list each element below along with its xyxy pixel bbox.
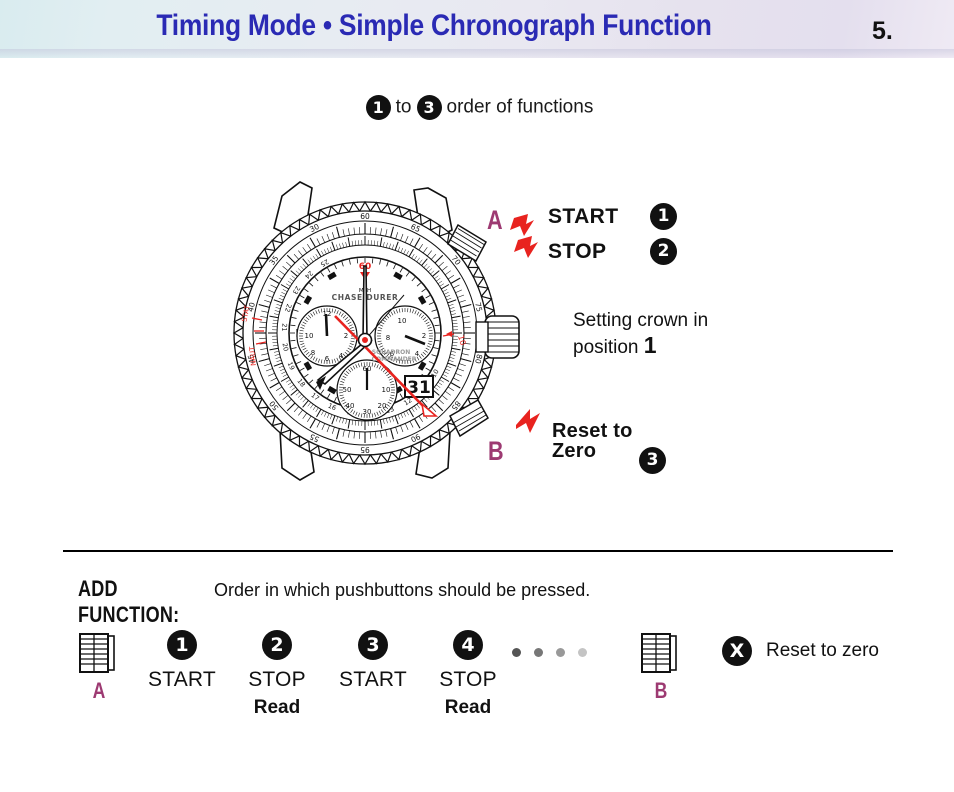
svg-text:6: 6 — [325, 355, 330, 363]
step-3-action: START — [339, 668, 407, 691]
crown[interactable] — [475, 315, 520, 359]
svg-text:2: 2 — [344, 332, 348, 340]
arrow-pusher-a-lower — [514, 236, 538, 258]
callout-start-row: START 1 — [548, 203, 677, 230]
stop-step-number: 2 — [650, 238, 677, 265]
crown-position-value: 1 — [643, 332, 657, 358]
continuation-dot — [578, 648, 587, 657]
svg-text:10: 10 — [398, 317, 407, 325]
header-shadow — [0, 49, 954, 58]
svg-text:95: 95 — [360, 445, 370, 454]
start-label: START — [548, 204, 619, 228]
crown-text-line2: position 1 — [573, 333, 708, 360]
page-number: 5. — [872, 17, 893, 45]
page-header: Timing Mode • Simple Chronograph Functio… — [0, 0, 954, 58]
callout-letter-b: B — [488, 436, 504, 466]
reset-to-zero-callout: Reset to Zero 3 — [552, 420, 666, 474]
subtitle-text: order of functions — [446, 96, 594, 118]
page-title: Timing Mode • Simple Chronograph Functio… — [156, 9, 712, 42]
arrow-pusher-b — [516, 409, 540, 433]
step-4-action: STOP — [439, 668, 497, 691]
minute-hand — [362, 265, 368, 341]
svg-text:10: 10 — [305, 332, 314, 340]
reset-line1: Reset to — [552, 420, 633, 442]
pusher-a-letter: A — [92, 678, 106, 703]
pusher-b-icon[interactable] — [638, 630, 684, 680]
svg-text:50: 50 — [343, 386, 352, 394]
reset-to-zero-text: Reset to zero — [766, 640, 879, 661]
callout-letter-a: A — [487, 205, 503, 235]
callout-stop-row: STOP 2 — [548, 238, 677, 265]
svg-text:10: 10 — [382, 386, 391, 394]
watch-svg: 6065707580859095555045403530 10111213141… — [232, 181, 520, 481]
svg-text:40: 40 — [346, 402, 355, 410]
watch-model-line1: SQUADRON — [372, 349, 410, 356]
svg-text:8: 8 — [311, 349, 315, 357]
continuation-dot — [556, 648, 565, 657]
hand-hub-center — [362, 337, 368, 343]
svg-text:20: 20 — [378, 402, 387, 410]
step-4-number: 4 — [453, 630, 483, 660]
crown-text-line1: Setting crown in — [573, 310, 709, 331]
start-step-number: 1 — [650, 203, 677, 230]
step-3-number: 3 — [358, 630, 388, 660]
pusher-a-icon[interactable] — [76, 630, 122, 680]
svg-text:60: 60 — [360, 212, 370, 221]
subtitle-connector: to — [395, 96, 412, 118]
add-function-key: ADD FUNCTION: — [78, 576, 180, 627]
date-window: 31 — [404, 375, 434, 398]
reset-line2: Zero — [552, 440, 597, 462]
add-function-row: ADD FUNCTION: Order in which pushbuttons… — [78, 576, 590, 628]
add-function-value: Order in which pushbuttons should be pre… — [214, 580, 591, 600]
step-1-action: START — [148, 668, 216, 691]
svg-text:20: 20 — [281, 342, 290, 352]
step-3: 3 START — [318, 630, 428, 697]
subtitle: 1 to 3 order of functions — [0, 95, 954, 120]
stop-label: STOP — [548, 239, 607, 263]
steps-row: A 1 START 2 STOP Read 3 START 4 STOP Rea… — [72, 626, 942, 736]
step-1: 1 START — [127, 630, 237, 697]
step-2-action: STOP — [248, 668, 306, 691]
reset-to-zero-step: X Reset to zero — [722, 636, 879, 666]
step-2-number: 2 — [262, 630, 292, 660]
svg-text:30: 30 — [363, 408, 372, 416]
section-divider — [63, 550, 893, 552]
continuation-dot — [534, 648, 543, 657]
arrow-pusher-b-group — [516, 409, 540, 433]
pusher-b-letter: B — [654, 678, 668, 703]
continuation-dot — [512, 648, 521, 657]
step-4-read: Read — [444, 697, 492, 718]
step-2: 2 STOP Read — [222, 630, 332, 719]
step-1-number: 1 — [167, 630, 197, 660]
continuation-dots — [512, 648, 587, 657]
crown-text-prefix: position — [573, 337, 644, 358]
svg-text:8: 8 — [386, 334, 390, 342]
reset-marker-x: X — [722, 636, 752, 666]
step-2-read: Read — [253, 697, 301, 718]
watch-illustration: 6065707580859095555045403530 10111213141… — [200, 168, 530, 498]
subtitle-number-one: 1 — [365, 95, 391, 120]
svg-text:2: 2 — [422, 332, 426, 340]
svg-text:21: 21 — [280, 323, 289, 332]
subtitle-number-three: 3 — [416, 95, 442, 120]
arrow-pusher-a-upper — [510, 214, 534, 236]
reset-step-number: 3 — [639, 447, 666, 474]
crown-position-callout: Setting crown in position 1 — [573, 308, 708, 360]
step-4: 4 STOP Read — [413, 630, 523, 719]
